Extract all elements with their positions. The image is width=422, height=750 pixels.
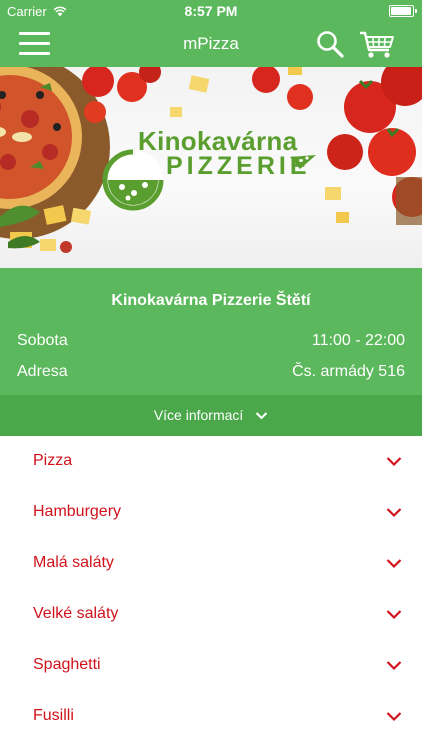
opening-hours-value: 11:00 - 22:00 [311, 332, 405, 349]
more-info-button[interactable]: Více informací [0, 395, 422, 436]
category-item-mala-salaty[interactable]: Malá saláty [0, 538, 422, 589]
category-item-velke-salaty[interactable]: Velké saláty [0, 589, 422, 640]
navigation-bar: mPizza [0, 22, 422, 67]
chevron-down-icon [386, 610, 402, 620]
category-list: Pizza Hamburgery Malá saláty Velké salát… [0, 436, 422, 742]
category-item-pizza[interactable]: Pizza [0, 436, 422, 487]
restaurant-name: Kinokavárna Pizzerie Štětí [111, 292, 311, 309]
category-item-fusilli[interactable]: Fusilli [0, 691, 422, 742]
category-label: Hamburgery [33, 503, 122, 520]
search-icon[interactable] [316, 30, 344, 58]
category-item-hamburgery[interactable]: Hamburgery [0, 487, 422, 538]
category-label: Spaghetti [33, 656, 101, 673]
status-time: 8:57 PM [184, 3, 238, 19]
battery-icon [389, 5, 417, 17]
cart-icon[interactable] [359, 30, 395, 60]
category-label: Velké saláty [33, 605, 119, 622]
address-value: Čs. armády 516 [292, 363, 405, 380]
chevron-down-icon [386, 712, 402, 722]
category-label: Fusilli [33, 707, 74, 724]
chevron-down-icon [386, 508, 402, 518]
address-label: Adresa [17, 363, 68, 380]
logo-line-2: PIZZERIE [166, 152, 311, 180]
restaurant-info-panel: Kinokavárna Pizzerie Štětí Sobota 11:00 … [0, 268, 422, 395]
status-bar: Carrier 8:57 PM [0, 0, 422, 22]
chevron-down-icon [386, 457, 402, 467]
category-label: Pizza [33, 452, 73, 469]
opening-hours-label: Sobota [17, 332, 68, 349]
hero-banner: Kinokavárna PIZZERIE [0, 67, 422, 268]
more-info-label: Více informací [153, 407, 244, 423]
chevron-down-icon [386, 661, 402, 671]
chevron-down-icon [386, 559, 402, 569]
category-item-spaghetti[interactable]: Spaghetti [0, 640, 422, 691]
category-label: Malá saláty [33, 554, 114, 571]
chevron-down-icon [255, 412, 268, 420]
